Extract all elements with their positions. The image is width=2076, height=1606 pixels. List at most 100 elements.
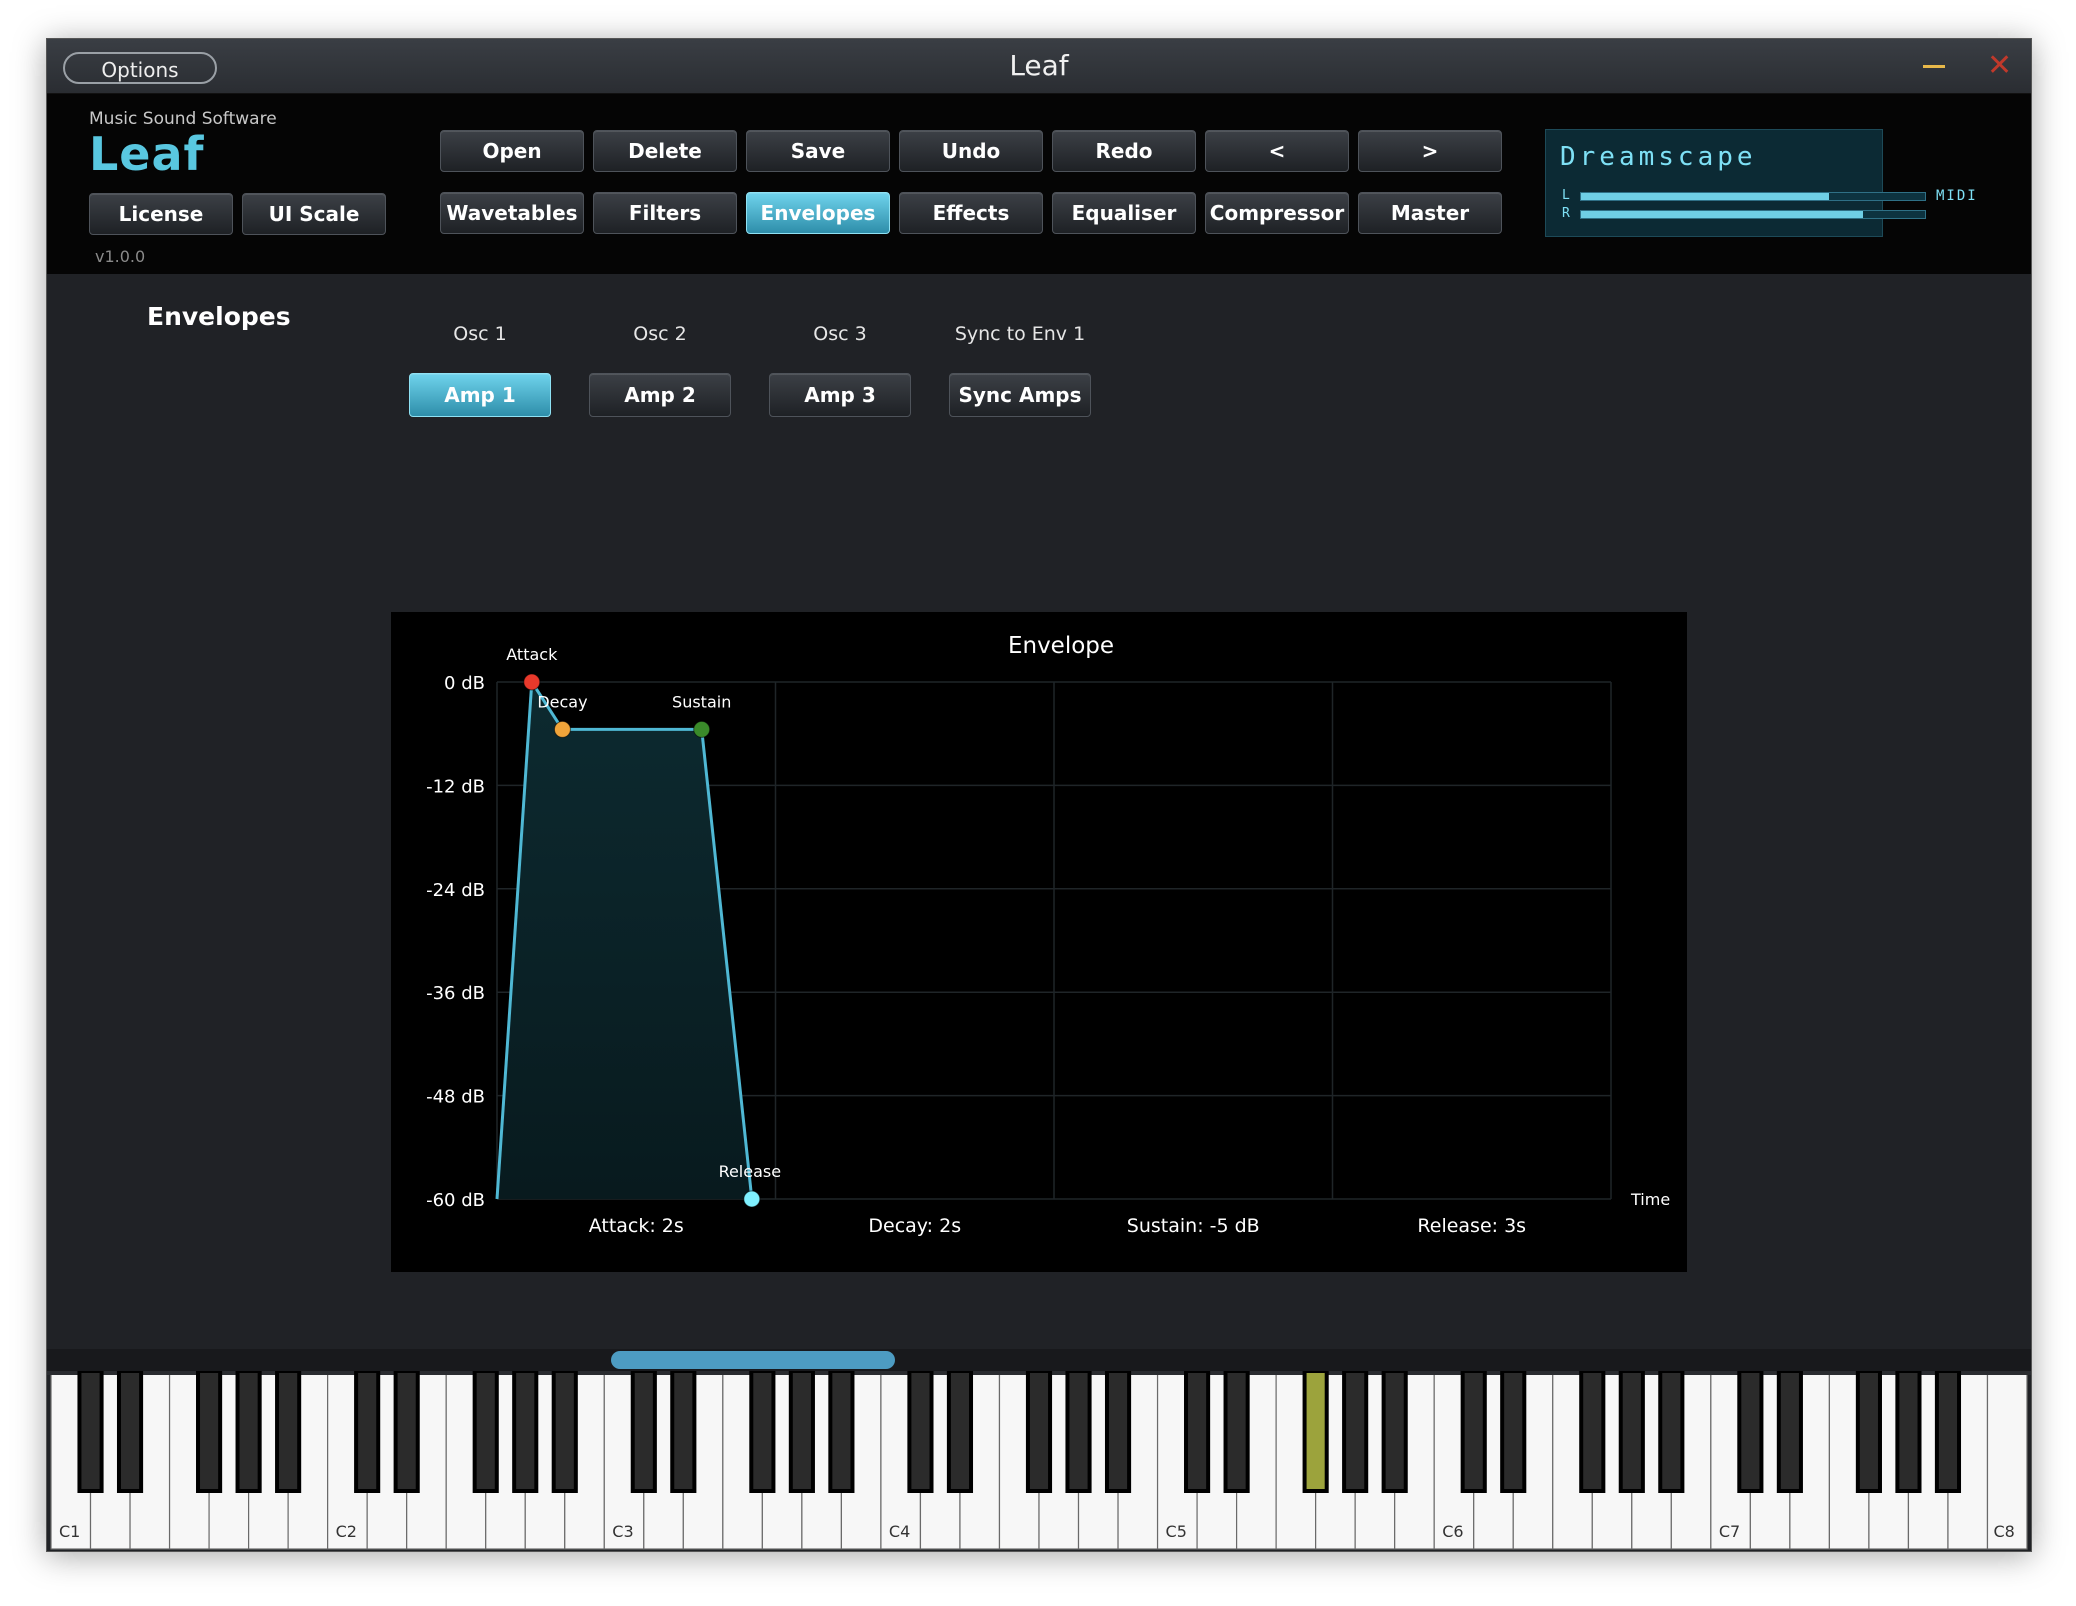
black-key[interactable]	[1776, 1371, 1803, 1493]
octave-label: C6	[1442, 1522, 1463, 1541]
black-key[interactable]	[275, 1371, 302, 1493]
y-tick-label: -12 dB	[426, 776, 485, 797]
black-key[interactable]	[749, 1371, 776, 1493]
black-key[interactable]	[946, 1371, 974, 1493]
tab-equaliser[interactable]: Equaliser	[1052, 192, 1196, 234]
y-tick-label: -48 dB	[426, 1087, 485, 1108]
octave-label: C3	[612, 1522, 633, 1541]
black-key[interactable]	[393, 1371, 420, 1493]
black-key[interactable]	[1934, 1371, 1962, 1493]
previous-preset-button[interactable]: <	[1205, 130, 1349, 172]
preset-name: Dreamscape	[1560, 142, 1757, 172]
param-readout: Sustain: -5 dB	[1127, 1215, 1260, 1237]
close-icon[interactable]: ✕	[1987, 51, 2012, 81]
open-button[interactable]: Open	[440, 130, 584, 172]
tab-effects[interactable]: Effects	[899, 192, 1043, 234]
black-key[interactable]	[788, 1371, 815, 1493]
black-key[interactable]	[196, 1371, 223, 1493]
logo: Leaf	[89, 127, 205, 181]
black-key[interactable]	[1579, 1371, 1606, 1493]
black-key[interactable]	[235, 1371, 262, 1493]
piano-keyboard[interactable]: C1 C2 C3 C4 C5 C6 C7 C8	[47, 1371, 2031, 1551]
black-key[interactable]	[354, 1371, 381, 1493]
window-title: Leaf	[1009, 49, 1069, 82]
app-window: Options Leaf ✕ Music Sound Software Leaf…	[46, 38, 2032, 1552]
right-channel-label: R	[1562, 206, 1570, 221]
version-label: v1.0.0	[95, 247, 146, 266]
title-bar: Options Leaf ✕	[47, 39, 2031, 94]
x-axis-label: Time	[1630, 1190, 1670, 1209]
black-key[interactable]	[116, 1371, 144, 1493]
save-button[interactable]: Save	[746, 130, 890, 172]
black-key[interactable]	[1223, 1371, 1250, 1493]
black-key[interactable]	[1618, 1371, 1645, 1493]
company-name: Music Sound Software	[89, 109, 277, 129]
license-button[interactable]: License	[89, 193, 233, 235]
release-point-label: Release	[719, 1162, 782, 1181]
y-tick-label: -36 dB	[426, 983, 485, 1004]
sustain-handle[interactable]	[693, 720, 711, 738]
envelope-chart-panel: 0 dB -12 dB -24 dB -36 dB -48 dB -60 dB Attack…	[391, 612, 1687, 1272]
amp-3-button[interactable]: Amp 3	[769, 373, 911, 417]
black-key[interactable]	[1895, 1371, 1922, 1493]
black-key[interactable]	[472, 1371, 499, 1493]
black-key[interactable]	[1104, 1371, 1132, 1493]
decay-handle[interactable]	[553, 720, 571, 738]
next-preset-button[interactable]: >	[1358, 130, 1502, 172]
black-key[interactable]	[512, 1371, 539, 1493]
tab-compressor[interactable]: Compressor	[1205, 192, 1349, 234]
sustain-point-label: Sustain	[672, 692, 731, 711]
tab-master[interactable]: Master	[1358, 192, 1502, 234]
delete-button[interactable]: Delete	[593, 130, 737, 172]
black-key-active[interactable]	[1302, 1371, 1329, 1493]
octave-label: C7	[1719, 1522, 1740, 1541]
keyboard-scrollbar[interactable]	[611, 1351, 895, 1369]
black-key[interactable]	[1025, 1371, 1053, 1493]
black-key[interactable]	[1065, 1371, 1092, 1493]
black-key[interactable]	[551, 1371, 578, 1493]
chart-title: Envelope	[1008, 633, 1114, 659]
black-key[interactable]	[1658, 1371, 1685, 1493]
ui-scale-button[interactable]: UI Scale	[242, 193, 386, 235]
envelope-chart[interactable]: 0 dB -12 dB -24 dB -36 dB -48 dB -60 dB Attack…	[391, 612, 1687, 1272]
black-key[interactable]	[1500, 1371, 1527, 1493]
amp-2-button[interactable]: Amp 2	[589, 373, 731, 417]
black-key[interactable]	[828, 1371, 855, 1493]
black-key[interactable]	[907, 1371, 934, 1493]
y-tick-label: 0 dB	[444, 673, 485, 694]
black-key[interactable]	[1184, 1371, 1211, 1493]
minimize-icon[interactable]	[1923, 65, 1945, 68]
redo-button[interactable]: Redo	[1052, 130, 1196, 172]
black-key[interactable]	[670, 1371, 697, 1493]
octave-label: C1	[59, 1522, 80, 1541]
amp-1-button[interactable]: Amp 1	[409, 373, 551, 417]
envelope-area	[497, 682, 752, 1199]
attack-handle[interactable]	[523, 673, 541, 691]
octave-label: C4	[889, 1522, 910, 1541]
tab-envelopes[interactable]: Envelopes	[746, 192, 890, 234]
param-readout: Release: 3s	[1417, 1215, 1526, 1237]
y-tick-label: -24 dB	[426, 880, 485, 901]
tab-wavetables[interactable]: Wavetables	[440, 192, 584, 234]
right-level-meter	[1580, 210, 1926, 219]
black-key[interactable]	[1737, 1371, 1764, 1493]
preset-display: Dreamscape L R MIDI	[1545, 129, 1976, 237]
midi-indicator: MIDI	[1936, 188, 1978, 204]
sync-to-env-label: Sync to Env 1	[954, 323, 1086, 345]
undo-button[interactable]: Undo	[899, 130, 1043, 172]
tab-filters[interactable]: Filters	[593, 192, 737, 234]
header: Music Sound Software Leaf License UI Sca…	[47, 94, 2031, 274]
release-handle[interactable]	[743, 1190, 761, 1208]
octave-label: C8	[1993, 1522, 2014, 1541]
black-key[interactable]	[77, 1371, 104, 1493]
black-key[interactable]	[1381, 1371, 1408, 1493]
black-key[interactable]	[1460, 1371, 1487, 1493]
black-key[interactable]	[1342, 1371, 1369, 1493]
param-readout: Decay: 2s	[868, 1215, 961, 1237]
octave-label: C5	[1166, 1522, 1187, 1541]
black-key[interactable]	[630, 1371, 657, 1493]
black-key[interactable]	[1855, 1371, 1882, 1493]
decay-point-label: Decay	[537, 692, 587, 711]
osc-3-label: Osc 3	[813, 323, 867, 345]
sync-amps-button[interactable]: Sync Amps	[949, 373, 1091, 417]
